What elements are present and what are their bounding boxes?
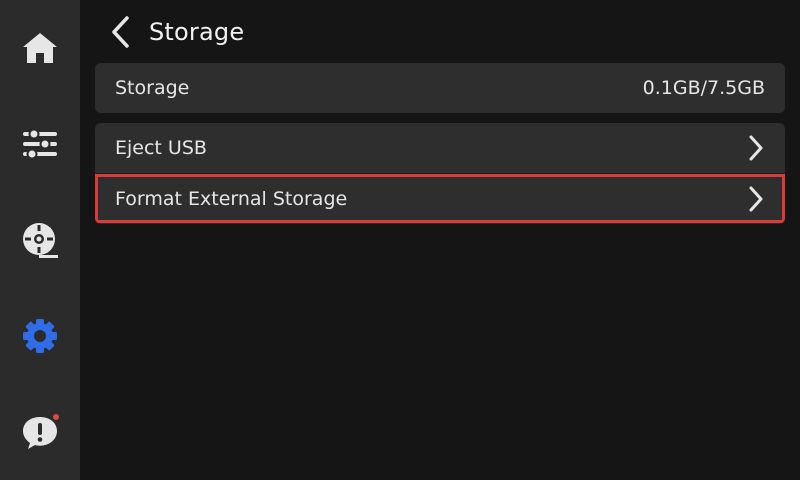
- storage-options-list: Eject USB Format External Storage: [95, 123, 785, 224]
- home-icon: [23, 33, 57, 63]
- notification-dot: [53, 414, 59, 420]
- main-content: Storage Storage 0.1GB/7.5GB Eject USB Fo…: [80, 0, 800, 480]
- gear-icon: [23, 319, 57, 353]
- sidebar-item-home[interactable]: [0, 0, 80, 96]
- screen: Storage Storage 0.1GB/7.5GB Eject USB Fo…: [0, 0, 800, 480]
- sidebar-item-notifications[interactable]: [0, 384, 80, 480]
- header: Storage: [95, 0, 244, 64]
- storage-label: Storage: [115, 77, 190, 99]
- sidebar: [0, 0, 80, 480]
- eject-usb-label: Eject USB: [115, 137, 207, 159]
- back-button[interactable]: [95, 7, 145, 57]
- sidebar-item-controls[interactable]: [0, 96, 80, 192]
- sidebar-item-filament[interactable]: [0, 192, 80, 288]
- page-title: Storage: [149, 18, 245, 46]
- sidebar-item-settings[interactable]: [0, 288, 80, 384]
- chevron-right-icon: [749, 186, 763, 211]
- storage-info-card: Storage 0.1GB/7.5GB: [95, 63, 785, 113]
- chevron-right-icon: [749, 135, 763, 161]
- format-external-storage-row[interactable]: Format External Storage: [95, 173, 785, 223]
- spool-icon: [23, 223, 58, 258]
- eject-usb-row[interactable]: Eject USB: [95, 123, 785, 173]
- sliders-icon: [23, 128, 57, 160]
- format-external-storage-label: Format External Storage: [115, 187, 348, 210]
- chevron-left-icon: [112, 16, 129, 48]
- storage-usage-value: 0.1GB/7.5GB: [642, 77, 765, 99]
